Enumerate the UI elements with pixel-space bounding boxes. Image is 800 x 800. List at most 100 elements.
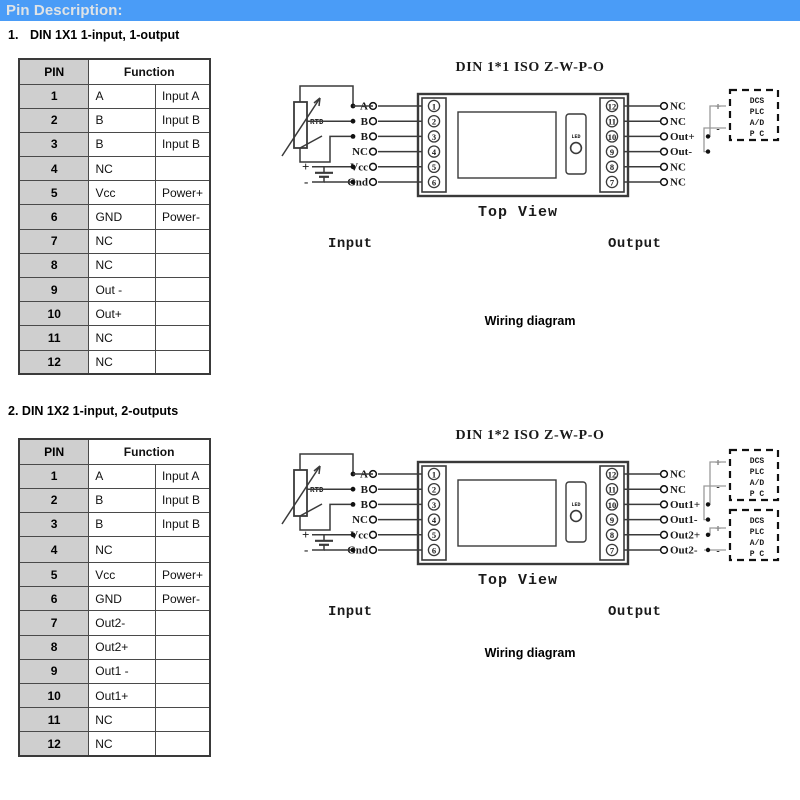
pin-node-right (659, 177, 669, 187)
terminal-number-right: 9 (610, 515, 614, 525)
cell-pin: 1 (18, 463, 90, 489)
pin-node-left (368, 515, 378, 524)
table-row: 1 A Input A (18, 463, 211, 489)
terminal-number-left: 1 (432, 469, 436, 479)
load-device-line: P C (750, 130, 765, 139)
pin-label-right: NC (670, 101, 686, 113)
load-node-minus (705, 149, 711, 154)
cell-function: B (88, 131, 156, 158)
table-row: 7 NC (18, 228, 211, 254)
cell-pin: 5 (18, 562, 90, 588)
pin-label-right: Out+ (670, 131, 695, 143)
cell-function: NC (88, 731, 156, 757)
cell-function: Vcc (88, 180, 156, 206)
cell-note (154, 156, 211, 182)
cell-pin: 12 (18, 349, 90, 375)
cell-note (154, 682, 211, 709)
pin-node-right (659, 530, 669, 539)
table-row: 12 NC (18, 731, 211, 757)
cell-function: Out1 - (88, 658, 156, 685)
load-minus-label: - (716, 482, 719, 493)
cell-function: GND (88, 204, 156, 230)
pin-label-right: NC (670, 484, 686, 496)
cell-function: GND (88, 586, 156, 612)
cell-function: NC (88, 536, 156, 564)
cell-function: B (88, 487, 156, 513)
pin-node-right (659, 545, 669, 555)
led-label: LED (571, 502, 580, 508)
cell-function: Out2+ (88, 634, 156, 660)
load-minus-label: - (716, 124, 719, 135)
pin-label-right: Out2- (670, 545, 698, 557)
load-plus-label: + (715, 457, 721, 469)
schematic-group: LED1A2B3B4NC5Vcc6Gnd12NC11NC10Out1+9Out1… (281, 448, 780, 566)
pin-description-banner: Pin Description: (0, 0, 800, 21)
diagram-schematic-2: LED1A2B3B4NC5Vcc6Gnd12NC11NC10Out1+9Out1… (281, 448, 780, 566)
cell-function: NC (88, 707, 156, 733)
table-row: 1 A Input A (18, 83, 211, 109)
wiring-diagram-din1x1: DIN 1*1 ISO Z-W-P-O LED1A2B3B4NC5Vcc6Gnd… (268, 56, 792, 356)
cell-note: Input A (154, 83, 211, 109)
cell-note: Power+ (154, 562, 211, 588)
pin-node-left (368, 147, 378, 156)
rtd-arrow-head-b (318, 465, 321, 475)
pin-label-right: Out1+ (670, 499, 700, 511)
cell-note (154, 658, 211, 685)
junction-dot-vcc (350, 164, 356, 170)
load-device-line: PLC (750, 468, 765, 477)
cell-pin: 11 (18, 325, 90, 351)
pin-node-left (368, 500, 378, 509)
wiring-diagram-caption-1: Wiring diagram (484, 314, 576, 328)
cell-function: NC (88, 228, 156, 254)
terminal-number-left: 5 (432, 162, 436, 172)
cell-function: B (88, 107, 156, 133)
cell-note (154, 276, 211, 303)
cell-note (154, 707, 211, 733)
cell-pin: 4 (18, 536, 90, 564)
output-label-2: Output (608, 604, 662, 620)
supply-plus-label: + (302, 527, 309, 542)
pin-node-right (659, 101, 669, 111)
table-row: 2 B Input B (18, 487, 211, 513)
cell-pin: 3 (18, 511, 90, 538)
junction-dot-gnd (350, 179, 356, 185)
led-indicator (569, 141, 583, 155)
terminal-number-left: 3 (432, 132, 436, 142)
pin-node-left (368, 485, 378, 494)
pin-node-left (368, 132, 378, 141)
load-node-plus (705, 502, 711, 507)
cell-function: Out2- (88, 610, 156, 636)
section-number-2: 2. (8, 404, 19, 418)
terminal-number-left: 1 (432, 101, 436, 111)
section-number-1: 1. (8, 28, 19, 42)
column-header-function: Function (88, 438, 211, 465)
led-label: LED (571, 134, 580, 140)
load-node-plus (705, 134, 711, 139)
pin-label-right: Out1- (670, 514, 698, 526)
load-node-minus (705, 547, 711, 553)
cell-pin: 6 (18, 204, 90, 230)
cell-pin: 6 (18, 586, 90, 612)
terminal-number-left: 6 (432, 545, 436, 555)
cell-note (154, 349, 211, 375)
cell-pin: 8 (18, 252, 90, 279)
column-header-pin: PIN (18, 58, 90, 85)
terminal-number-right: 10 (608, 500, 617, 510)
table-row: 11 NC (18, 707, 211, 733)
pin-label-right: NC (670, 469, 686, 481)
supply-plus-label: + (302, 159, 309, 174)
cell-note: Input B (154, 107, 211, 133)
rtd-label: RTD (310, 487, 324, 495)
cell-function: NC (88, 325, 156, 351)
cell-function: A (88, 463, 156, 489)
cell-pin: 7 (18, 610, 90, 636)
pin-table-din1x2: PIN Function 1 A Input A 2 B Input B 3 B Input B… (18, 438, 211, 758)
terminal-number-right: 8 (610, 162, 614, 172)
table-row: 10 Out+ (18, 301, 211, 327)
cell-function: Out1+ (88, 682, 156, 709)
table-row: 9 Out - (18, 276, 211, 303)
pin-node-right (659, 132, 669, 141)
load-device-line: A/D (750, 479, 765, 488)
supply-minus-label: - (304, 174, 308, 189)
pin-node-left (368, 162, 378, 171)
